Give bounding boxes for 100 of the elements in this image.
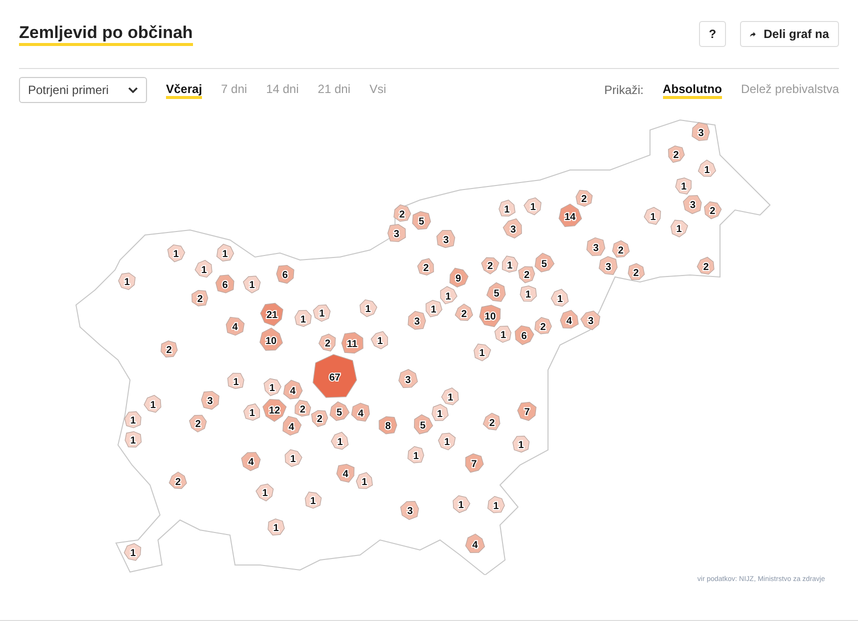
municipality-shape[interactable] (408, 446, 424, 464)
municipality-shape[interactable] (520, 286, 537, 302)
municipality-shape[interactable] (312, 304, 331, 322)
municipality-shape[interactable] (576, 190, 593, 207)
municipality-shape[interactable] (704, 201, 722, 220)
municipality-shape[interactable] (276, 264, 294, 284)
municipality-shape[interactable] (311, 410, 328, 428)
municipality-shape[interactable] (481, 257, 500, 274)
municipality-shape[interactable] (452, 495, 470, 514)
municipality-shape[interactable] (167, 244, 186, 262)
municipality-shape[interactable] (284, 449, 302, 467)
municipality-shape[interactable] (370, 331, 388, 350)
municipality-shape[interactable] (256, 484, 274, 502)
municipality-shape[interactable] (432, 404, 449, 421)
municipality-shape[interactable] (227, 372, 244, 389)
municipality-shape[interactable] (438, 432, 456, 450)
municipality-shape[interactable] (682, 195, 702, 214)
municipality-shape[interactable] (534, 252, 555, 272)
municipality-shape[interactable] (517, 402, 536, 421)
municipality-shape[interactable] (441, 388, 459, 406)
municipality-shape[interactable] (465, 453, 484, 473)
municipality-shape[interactable] (215, 274, 234, 294)
municipality-shape[interactable] (498, 200, 516, 216)
municipality-shape[interactable] (560, 310, 579, 329)
municipality-shape[interactable] (479, 304, 501, 328)
municipality-shape[interactable] (387, 224, 406, 242)
municipality-shape[interactable] (241, 452, 261, 472)
municipality-shape[interactable] (696, 256, 714, 275)
municipality-shape[interactable] (454, 304, 474, 321)
municipality-shape[interactable] (482, 412, 500, 430)
municipality-shape[interactable] (168, 472, 187, 489)
municipality-shape[interactable] (264, 378, 282, 396)
municipality-shape[interactable] (414, 414, 434, 434)
municipality-shape[interactable] (474, 344, 492, 362)
period-tab[interactable]: Včeraj (166, 82, 202, 98)
municipality-shape[interactable] (192, 290, 208, 306)
municipality-shape[interactable] (412, 211, 431, 230)
municipality-shape[interactable] (580, 310, 600, 330)
municipality-shape[interactable] (598, 256, 618, 275)
municipality-shape[interactable] (201, 390, 220, 410)
municipality-shape[interactable] (426, 300, 442, 318)
municipality-shape[interactable] (341, 332, 364, 354)
municipality-shape[interactable] (449, 268, 468, 288)
municipality-shape[interactable] (465, 534, 485, 553)
municipality-shape[interactable] (502, 218, 522, 238)
municipality-shape[interactable] (216, 244, 234, 262)
municipality-shape[interactable] (487, 496, 505, 514)
municipality-shape[interactable] (260, 302, 284, 326)
municipality-shape[interactable] (534, 317, 552, 334)
municipality-shape[interactable] (550, 288, 569, 307)
municipality-shape[interactable] (558, 204, 582, 227)
municipality-shape[interactable] (494, 326, 512, 343)
municipality-shape[interactable] (524, 197, 542, 216)
municipality-shape[interactable] (351, 402, 370, 422)
municipality-shape[interactable] (294, 400, 312, 417)
metric-dropdown[interactable]: Potrjeni primeri (19, 77, 147, 103)
municipality-shape[interactable] (330, 432, 349, 450)
municipality-shape[interactable] (628, 263, 645, 280)
municipality-shape[interactable] (518, 266, 536, 284)
municipality-shape[interactable] (698, 160, 716, 177)
municipality-shape[interactable] (378, 416, 398, 434)
municipality-shape[interactable] (502, 256, 518, 273)
municipality-shape[interactable] (514, 325, 534, 346)
municipality-shape[interactable] (144, 394, 162, 413)
municipality-shape[interactable] (124, 411, 142, 428)
municipality-shape[interactable] (675, 178, 692, 194)
municipality-shape[interactable] (160, 340, 178, 358)
municipality-shape[interactable] (512, 436, 530, 453)
municipality-shape[interactable] (692, 122, 710, 142)
municipality-shape[interactable] (124, 543, 142, 561)
municipality-shape[interactable] (668, 146, 685, 163)
municipality-shape[interactable] (243, 403, 260, 421)
municipality-shape[interactable] (283, 380, 303, 400)
municipality-shape[interactable] (304, 492, 322, 509)
municipality-shape[interactable] (268, 518, 285, 536)
municipality-shape[interactable] (360, 299, 378, 318)
municipality-shape[interactable] (336, 464, 354, 483)
municipality-shape[interactable] (294, 310, 312, 327)
municipality-shape[interactable] (644, 206, 661, 225)
municipality-shape[interactable] (194, 260, 212, 278)
municipality-shape[interactable] (226, 316, 245, 336)
municipality-shape[interactable] (242, 276, 261, 294)
municipality-shape[interactable] (440, 286, 458, 304)
municipality-shape[interactable] (408, 310, 426, 330)
share-button[interactable]: Deli graf na (740, 21, 839, 47)
municipality-shape[interactable] (398, 369, 418, 388)
municipality-shape[interactable] (586, 237, 606, 256)
municipality-shape[interactable] (260, 328, 283, 351)
display-option[interactable]: Absolutno (662, 82, 722, 98)
municipality-shape[interactable] (262, 398, 287, 422)
municipality-shape[interactable] (124, 431, 142, 448)
municipality-shape[interactable] (282, 416, 302, 436)
municipality-shape[interactable] (417, 258, 434, 276)
municipality-shape[interactable] (118, 272, 136, 290)
municipality-shape[interactable] (486, 282, 506, 302)
municipality-shape[interactable] (318, 334, 336, 352)
municipality-shape[interactable] (612, 240, 630, 258)
municipality-shape[interactable] (400, 501, 419, 520)
municipality-shape[interactable] (670, 220, 688, 238)
municipality-shape[interactable] (394, 204, 412, 222)
